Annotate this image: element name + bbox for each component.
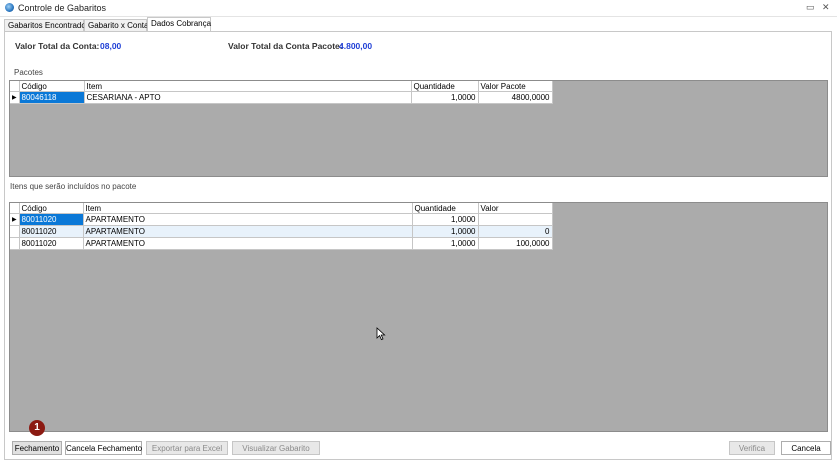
cancela-fechamento-button[interactable]: Cancela Fechamento [65,441,142,455]
table-row[interactable]: 80011020 APARTAMENTO 1,0000 100,0000 [10,237,553,250]
column-header[interactable]: Item [84,81,412,92]
tab-gabaritos-encontrados[interactable]: Gabaritos Encontrados [4,19,90,31]
table-row[interactable]: ▶ 80011020 APARTAMENTO 1,0000 [10,213,553,226]
itens-label: Itens que serão incluídos no pacote [10,182,137,191]
step-badge: 1 [29,420,45,436]
window-title: Controle de Gabaritos [18,3,107,13]
quantidade-cell[interactable]: 1,0000 [412,237,479,250]
row-header-cell [10,237,20,250]
item-cell[interactable]: APARTAMENTO [83,213,413,226]
valor-cell[interactable]: 100,0000 [478,237,553,250]
column-header[interactable]: Código [19,203,84,214]
column-header[interactable]: Valor Pacote [478,81,553,92]
valor-cell[interactable]: 0 [478,225,553,238]
row-header-corner [10,203,20,214]
close-icon[interactable]: ✕ [822,2,830,13]
quantidade-cell[interactable]: 1,0000 [411,91,479,104]
column-header[interactable]: Valor [478,203,553,214]
column-header[interactable]: Quantidade [412,203,479,214]
total-pacote-value: 4.800,00 [339,41,373,51]
exportar-excel-button[interactable]: Exportar para Excel [146,441,228,455]
table-row[interactable]: ▶ 80046118 CESARIANA - APTO 1,0000 4800,… [10,91,553,104]
total-conta-label: Valor Total da Conta: [15,41,100,51]
column-header[interactable]: Quantidade [411,81,479,92]
itens-grid[interactable]: Código Item Quantidade Valor ▶ 80011020 … [9,202,828,432]
quantidade-cell[interactable]: 1,0000 [412,213,479,226]
cancela-button[interactable]: Cancela [781,441,831,455]
app-icon [5,3,14,12]
mouse-cursor-icon [376,327,386,341]
table-row[interactable]: 80011020 APARTAMENTO 1,0000 0 [10,225,553,238]
row-pointer-icon: ▶ [10,91,20,104]
codigo-cell[interactable]: 80046118 [19,91,85,104]
tab-dados-cobranca[interactable]: Dados Cobrança [147,17,211,31]
visualizar-gabarito-button[interactable]: Visualizar Gabarito [232,441,320,455]
item-cell[interactable]: APARTAMENTO [83,225,413,238]
verifica-button[interactable]: Verifica [729,441,775,455]
title-bar: Controle de Gabaritos ▭ ✕ [0,0,837,17]
tab-gabarito-x-conta[interactable]: Gabarito x Conta [84,19,148,31]
codigo-cell[interactable]: 80011020 [19,213,84,226]
total-conta-value: 08,00 [100,41,122,51]
item-cell[interactable]: APARTAMENTO [83,237,413,250]
minimize-icon[interactable]: ▭ [806,2,815,13]
pacotes-header-row: Código Item Quantidade Valor Pacote [10,81,553,92]
pacotes-grid[interactable]: Código Item Quantidade Valor Pacote ▶ 80… [9,80,828,177]
row-pointer-icon: ▶ [10,213,20,226]
quantidade-cell[interactable]: 1,0000 [412,225,479,238]
valor-cell[interactable] [478,213,553,226]
row-header-corner [10,81,20,92]
fechamento-button[interactable]: Fechamento [12,441,62,455]
column-header[interactable]: Item [83,203,413,214]
item-cell[interactable]: CESARIANA - APTO [84,91,412,104]
total-pacote-label: Valor Total da Conta Pacote: [228,41,343,51]
row-header-cell [10,225,20,238]
codigo-cell[interactable]: 80011020 [19,225,84,238]
column-header[interactable]: Código [19,81,85,92]
codigo-cell[interactable]: 80011020 [19,237,84,250]
valor-cell[interactable]: 4800,0000 [478,91,553,104]
pacotes-label: Pacotes [14,68,43,77]
itens-header-row: Código Item Quantidade Valor [10,203,553,214]
